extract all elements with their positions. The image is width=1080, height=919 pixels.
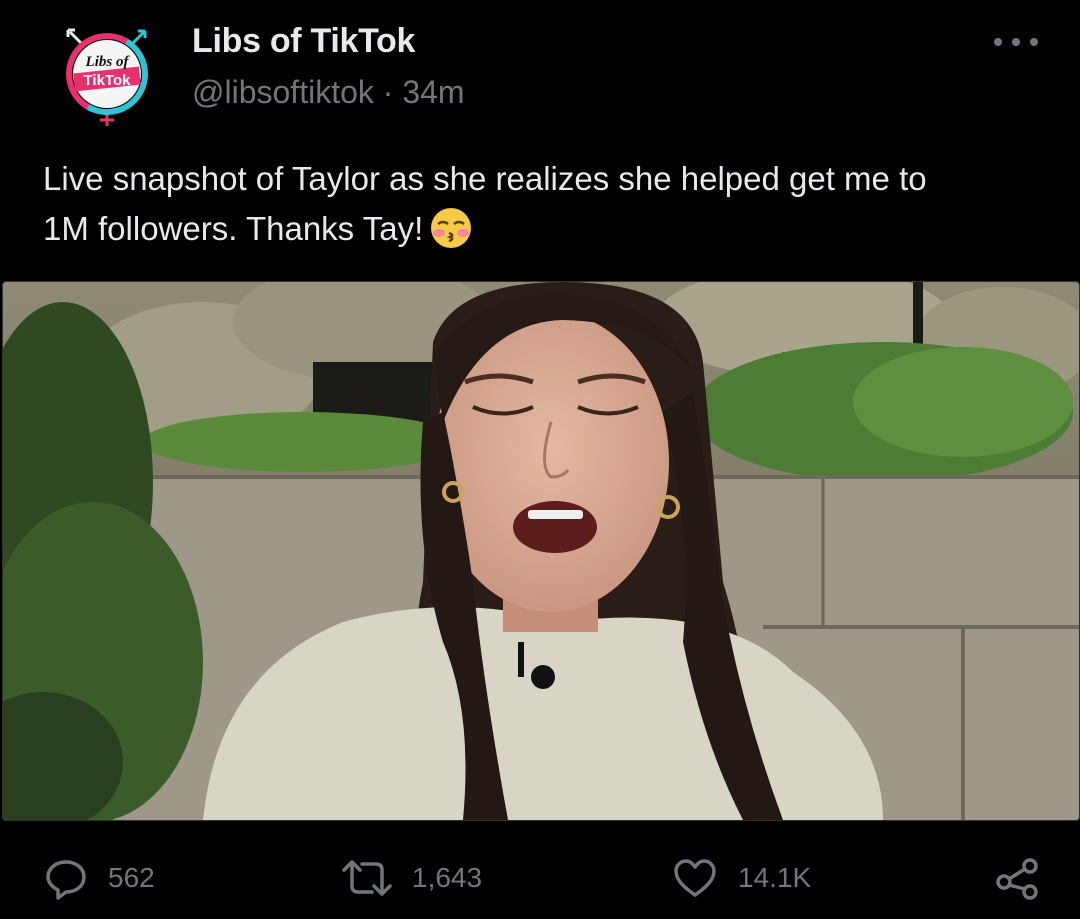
photo-illustration — [3, 282, 1079, 820]
more-dot-icon — [1030, 38, 1038, 46]
more-options-button[interactable] — [994, 30, 1038, 54]
heart-icon — [674, 859, 716, 897]
tweet-media-photo[interactable] — [2, 281, 1080, 821]
retweet-count: 1,643 — [412, 862, 483, 893]
share-button[interactable] — [994, 846, 1040, 910]
reply-count: 562 — [108, 862, 155, 893]
retweet-button[interactable]: 1,643 — [342, 846, 482, 910]
tweet-text: Live snapshot of Taylor as she realizes … — [43, 154, 1043, 254]
more-dot-icon — [1012, 38, 1020, 46]
avatar-text-top: Libs of — [85, 54, 131, 70]
kissing-face-emoji-icon — [431, 208, 472, 248]
avatar[interactable]: Libs of TikTok — [60, 26, 154, 130]
more-dot-icon — [994, 38, 1002, 46]
reply-icon — [46, 860, 86, 900]
display-name[interactable]: Libs of TikTok — [192, 22, 415, 61]
tweet-text-line1: Live snapshot of Taylor as she realizes … — [43, 160, 927, 197]
tweet-header: Libs of TikTok Libs of TikTok @libsoftik… — [0, 0, 1080, 140]
avatar-text-bottom: TikTok — [84, 72, 132, 89]
handle-and-time[interactable]: @libsoftiktok · 34m — [192, 74, 465, 111]
tweet-text-line2-wrap: 1M followers. Thanks Tay! — [43, 204, 1043, 254]
share-icon — [996, 858, 1038, 900]
reply-button[interactable]: 562 — [44, 846, 155, 910]
like-count: 14.1K — [738, 862, 812, 893]
tweet-actions: 562 1,643 14.1K — [0, 846, 1080, 910]
retweet-icon — [342, 860, 392, 896]
tweet-text-line2: 1M followers. Thanks Tay! — [43, 210, 424, 247]
like-button[interactable]: 14.1K — [672, 846, 811, 910]
